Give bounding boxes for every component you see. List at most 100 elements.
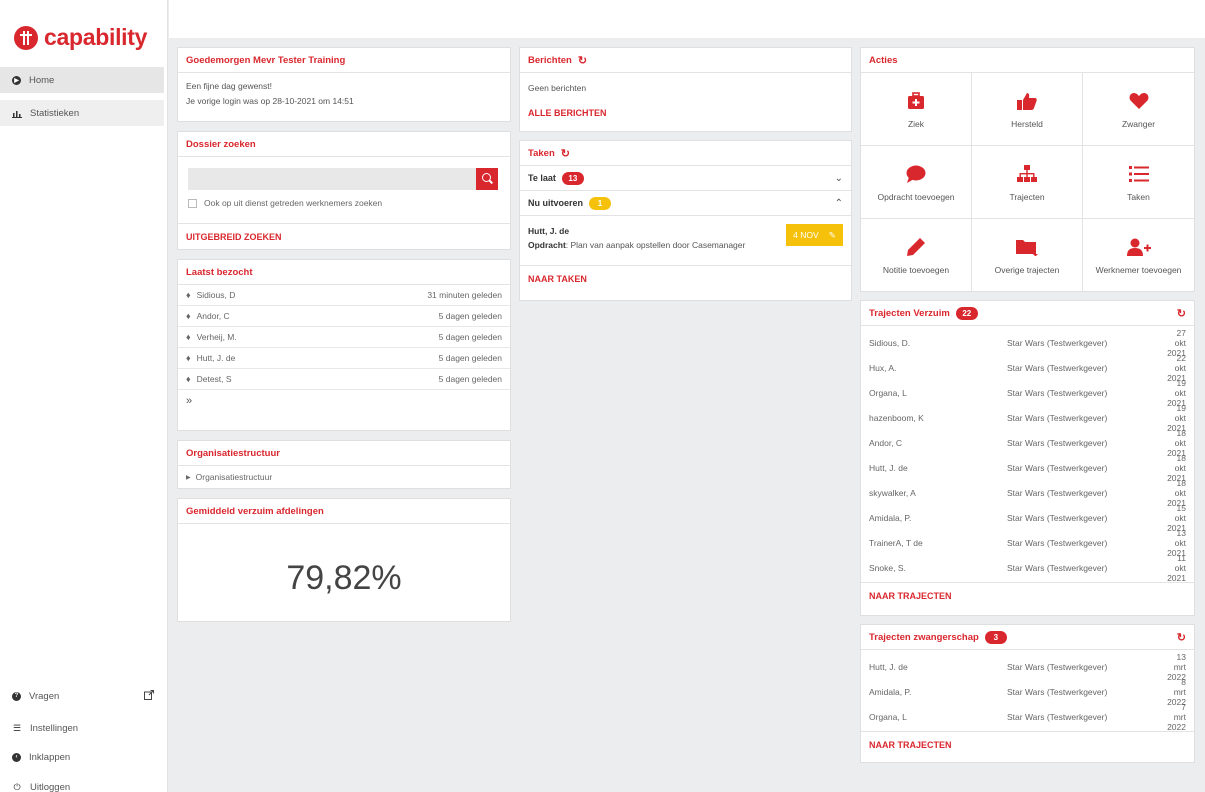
more-recent-link[interactable]: » xyxy=(178,390,510,411)
traject-employer: Star Wars (Testwerkgever) xyxy=(1007,512,1108,523)
chevron-up-icon: ⌃ xyxy=(834,197,843,209)
recent-name: Hutt, J. de xyxy=(196,353,236,363)
table-row[interactable]: TrainerA, T de Star Wars (Testwerkgever) 1… xyxy=(861,528,1194,558)
tasks-late-label: Te laat xyxy=(528,173,556,183)
trajecten-link[interactable]: NAAR TRAJECTEN xyxy=(861,582,1194,608)
advanced-search-link[interactable]: UITGEBREID ZOEKEN xyxy=(178,223,510,249)
action-trajecten[interactable]: Trajecten xyxy=(972,146,1083,219)
checkbox-label: Ook op uit dienst getreden werknemers zo… xyxy=(204,198,383,208)
table-row[interactable]: Andor, C Star Wars (Testwerkgever) 18 okt … xyxy=(861,428,1194,458)
action-label: Trajecten xyxy=(1009,191,1045,202)
tree-item[interactable]: ▶ Organisatiestructuur xyxy=(178,466,510,488)
pencil-icon: ✎ xyxy=(828,229,836,240)
task-item[interactable]: Hutt, J. de Opdracht: Plan van aanpak op… xyxy=(520,216,851,266)
table-row[interactable]: hazenboom, K Star Wars (Testwerkgever) 19 … xyxy=(861,403,1194,433)
traject-name: Andor, C xyxy=(869,437,903,448)
task-date-button[interactable]: 4 NOV ✎ xyxy=(786,224,843,246)
action-werknemer-toevoegen[interactable]: Werknemer toevoegen xyxy=(1083,219,1194,292)
traject-name: Sidious, D. xyxy=(869,337,911,348)
task-description: : Plan van aanpak opstellen door Caseman… xyxy=(565,240,746,250)
sidebar-item-uitloggen[interactable]: ⏻ Uitloggen xyxy=(0,774,164,792)
sidebar-item-instellingen[interactable]: ☰ Instellingen xyxy=(0,715,164,741)
list-item[interactable]: ♦ Sidious, D 31 minuten geleden xyxy=(178,285,510,306)
refresh-icon[interactable]: ↻ xyxy=(1177,631,1186,644)
list-item[interactable]: ♦ Hutt, J. de 5 dagen geleden xyxy=(178,348,510,369)
panel-title: Dossier zoeken xyxy=(178,132,510,157)
tasks-link[interactable]: NAAR TAKEN xyxy=(520,266,851,292)
comment-icon xyxy=(904,163,928,185)
recent-name: Sidious, D xyxy=(196,290,236,300)
table-row[interactable]: Hutt, J. de Star Wars (Testwerkgever) 13 m… xyxy=(861,652,1194,682)
table-row[interactable]: Snoke, S. Star Wars (Testwerkgever) 11 okt… xyxy=(861,552,1194,583)
table-row[interactable]: Organa, L Star Wars (Testwerkgever) 7 mrt … xyxy=(861,702,1194,732)
sidebar-item-statistieken[interactable]: Statistieken xyxy=(0,100,164,126)
traject-date: 11 okt 2021 xyxy=(1167,552,1186,583)
list-item[interactable]: ♦ Detest, S 5 dagen geleden xyxy=(178,369,510,390)
play-circle-icon: ▶ xyxy=(12,75,21,85)
action-overige-trajecten[interactable]: Overige trajecten xyxy=(972,219,1083,292)
welcome-line: Een fijne dag gewenst! xyxy=(186,81,273,91)
table-row[interactable]: Amidala, P. Star Wars (Testwerkgever) 15 o… xyxy=(861,503,1194,533)
table-row[interactable]: Amidala, P. Star Wars (Testwerkgever) 8 mr… xyxy=(861,677,1194,707)
recent-time: 31 minuten geleden xyxy=(427,290,502,300)
action-taken[interactable]: Taken xyxy=(1083,146,1194,219)
top-bar xyxy=(169,0,1205,38)
list-item[interactable]: ♦ Andor, C 5 dagen geleden xyxy=(178,306,510,327)
tasks-now-toggle[interactable]: Nu uitvoeren 1 ⌃ xyxy=(520,191,851,216)
recent-name: Andor, C xyxy=(196,311,230,321)
traject-name: Amidala, P. xyxy=(869,686,912,697)
tasks-late-toggle[interactable]: Te laat 13 ⌄ xyxy=(520,166,851,191)
recent-name: Detest, S xyxy=(196,374,232,384)
action-label: Overige trajecten xyxy=(994,265,1060,275)
person-icon: ♦ xyxy=(186,332,191,342)
traject-name: skywalker, A xyxy=(869,487,916,498)
logo-text: capability xyxy=(44,24,148,50)
chevron-left-circle-icon: ‹ xyxy=(12,752,21,762)
sidebar-item-home[interactable]: ▶ Home xyxy=(0,67,164,93)
dossier-search-input[interactable] xyxy=(188,168,498,190)
traject-employer: Star Wars (Testwerkgever) xyxy=(1007,537,1108,548)
last-login-text: Je vorige login was op 28-10-2021 om 14:… xyxy=(186,96,354,106)
recent-panel: Laatst bezocht ♦ Sidious, D 31 minuten ge… xyxy=(177,259,511,431)
action-label: Notitie toevoegen xyxy=(882,265,950,275)
absence-panel: Gemiddeld verzuim afdelingen 79,82% xyxy=(177,498,511,622)
list-item[interactable]: ♦ Verheij, M. 5 dagen geleden xyxy=(178,327,510,348)
search-button[interactable] xyxy=(476,168,498,190)
dossier-search-panel: Dossier zoeken Ook op uit dienst getrede… xyxy=(177,131,511,250)
refresh-icon[interactable]: ↻ xyxy=(561,147,570,160)
sidebar-item-inklappen[interactable]: ‹ Inklappen xyxy=(0,744,164,770)
recent-time: 5 dagen geleden xyxy=(438,332,502,342)
external-link-icon[interactable] xyxy=(144,689,154,703)
sidebar-item-label: Instellingen xyxy=(30,722,79,734)
trajecten-verzuim-panel: Trajecten Verzuim 22 ↻ Sidious, D. Star W… xyxy=(860,300,1195,616)
sidebar-item-vragen[interactable]: ? Vragen xyxy=(0,683,164,709)
table-row[interactable]: Organa, L Star Wars (Testwerkgever) 19 okt… xyxy=(861,378,1194,408)
all-messages-link[interactable]: ALLE BERICHTEN xyxy=(520,102,851,124)
tasks-panel: Taken ↻ Te laat 13 ⌄ Nu uitvoeren 1 ⌃ Hu… xyxy=(519,140,852,301)
table-row[interactable]: Hux, A. Star Wars (Testwerkgever) 22 okt 2… xyxy=(861,353,1194,383)
action-opdracht-toevoegen[interactable]: Opdracht toevoegen xyxy=(861,146,972,219)
refresh-icon[interactable]: ↻ xyxy=(578,54,587,67)
action-hersteld[interactable]: Hersteld xyxy=(972,73,1083,146)
question-circle-icon: ? xyxy=(12,691,21,701)
table-row[interactable]: Sidious, D. Star Wars (Testwerkgever) 27 o… xyxy=(861,328,1194,358)
traject-employer: Star Wars (Testwerkgever) xyxy=(1007,412,1108,423)
table-row[interactable]: Hutt, J. de Star Wars (Testwerkgever) 18 o… xyxy=(861,453,1194,483)
refresh-icon[interactable]: ↻ xyxy=(1177,307,1186,320)
action-ziek[interactable]: Ziek xyxy=(861,73,972,146)
count-badge: 22 xyxy=(955,306,978,320)
panel-title: Organisatiestructuur xyxy=(178,441,510,466)
logo[interactable]: capability xyxy=(14,24,147,51)
panel-title: Berichten xyxy=(528,54,572,66)
traject-employer: Star Wars (Testwerkgever) xyxy=(1007,711,1108,722)
action-notitie-toevoegen[interactable]: Notitie toevoegen xyxy=(861,219,972,292)
action-label: Werknemer toevoegen xyxy=(1095,265,1182,275)
list-icon xyxy=(1127,163,1151,185)
trajecten-link[interactable]: NAAR TRAJECTEN xyxy=(861,731,1194,757)
count-badge: 13 xyxy=(561,171,584,185)
action-zwanger[interactable]: Zwanger xyxy=(1083,73,1194,146)
person-icon: ♦ xyxy=(186,353,191,363)
include-former-employees-checkbox[interactable] xyxy=(188,198,197,208)
table-row[interactable]: skywalker, A Star Wars (Testwerkgever) 18 … xyxy=(861,478,1194,508)
person-icon: ♦ xyxy=(186,311,191,321)
